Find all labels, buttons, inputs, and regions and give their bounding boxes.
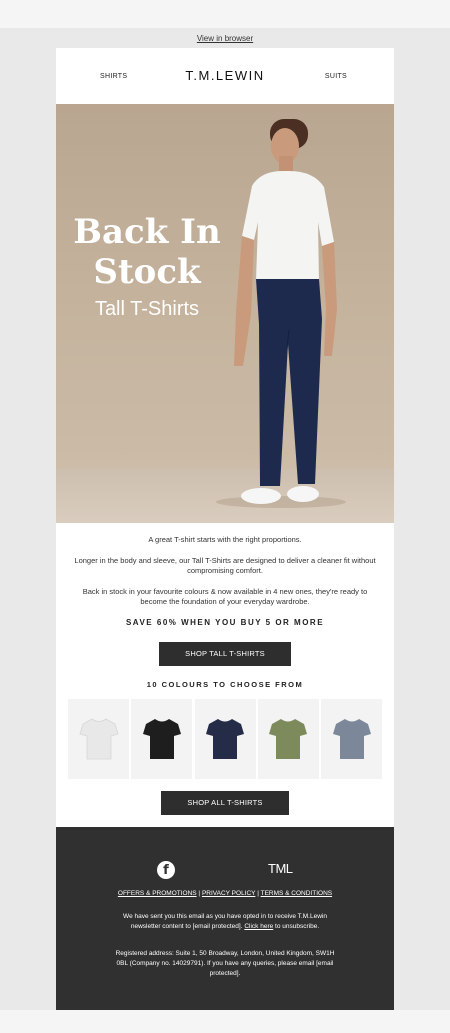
white-tshirt-icon — [79, 718, 118, 759]
body-copy: A great T-shirt starts with the right pr… — [56, 523, 394, 608]
privacy-policy-link[interactable]: PRIVACY POLICY — [202, 890, 255, 897]
swatch-olive[interactable] — [257, 698, 319, 779]
colours-heading: 10 COLOURS TO CHOOSE FROM — [146, 679, 304, 689]
stock-paragraph: Back in stock in your favourite colours … — [82, 586, 368, 607]
footer-links: OFFERS & PROMOTIONS | PRIVACY POLICY | T… — [56, 890, 394, 897]
offers-promotions-link[interactable]: OFFERS & PROMOTIONS — [118, 890, 197, 897]
promo-heading: SAVE 60% WHEN YOU BUY 5 OR MORE — [125, 617, 325, 627]
bottom-strip — [0, 1010, 450, 1033]
email-footer: f TML OFFERS & PROMOTIONS | PRIVACY POLI… — [56, 826, 394, 1013]
facebook-icon[interactable]: f — [157, 860, 175, 879]
terms-conditions-link[interactable]: TERMS & CONDITIONS — [261, 890, 333, 897]
fit-paragraph: Longer in the body and sleeve, our Tall … — [74, 555, 376, 576]
unsubscribe-link[interactable]: Click here — [244, 923, 273, 930]
hero-title: Back In Stock — [73, 212, 221, 292]
olive-tshirt-icon — [269, 718, 308, 759]
colour-swatches — [56, 698, 394, 779]
swatch-navy[interactable] — [194, 698, 256, 779]
registered-address: Registered address: Suite 1, 50 Broadway… — [115, 949, 335, 977]
swatch-white[interactable] — [68, 698, 129, 779]
nav-suits-link[interactable]: SUITS — [325, 73, 347, 80]
navy-tshirt-icon — [206, 718, 244, 759]
hero-subtitle: Tall T-Shirts — [94, 298, 200, 320]
swatch-grey-blue[interactable] — [321, 698, 382, 779]
swatch-black[interactable] — [131, 698, 193, 779]
grey-blue-tshirt-icon — [332, 718, 371, 759]
view-in-browser-link[interactable]: View in browser — [0, 34, 450, 43]
top-strip — [0, 0, 450, 28]
shop-tall-tshirts-button[interactable]: SHOP TALL T-SHIRTS — [159, 641, 291, 666]
email-card: SHIRTS T.M.LEWIN SUITS Back In Stock Tal… — [56, 48, 394, 1013]
email-header: SHIRTS T.M.LEWIN SUITS — [56, 48, 394, 104]
tml-logo[interactable]: TML — [268, 861, 293, 876]
optin-notice: We have sent you this email as you have … — [123, 912, 327, 930]
black-tshirt-icon — [142, 718, 181, 759]
shop-all-tshirts-button[interactable]: SHOP ALL T-SHIRTS — [161, 790, 289, 815]
intro-paragraph: A great T-shirt starts with the right pr… — [148, 535, 302, 544]
hero-banner[interactable]: Back In Stock Tall T-Shirts — [56, 104, 394, 523]
